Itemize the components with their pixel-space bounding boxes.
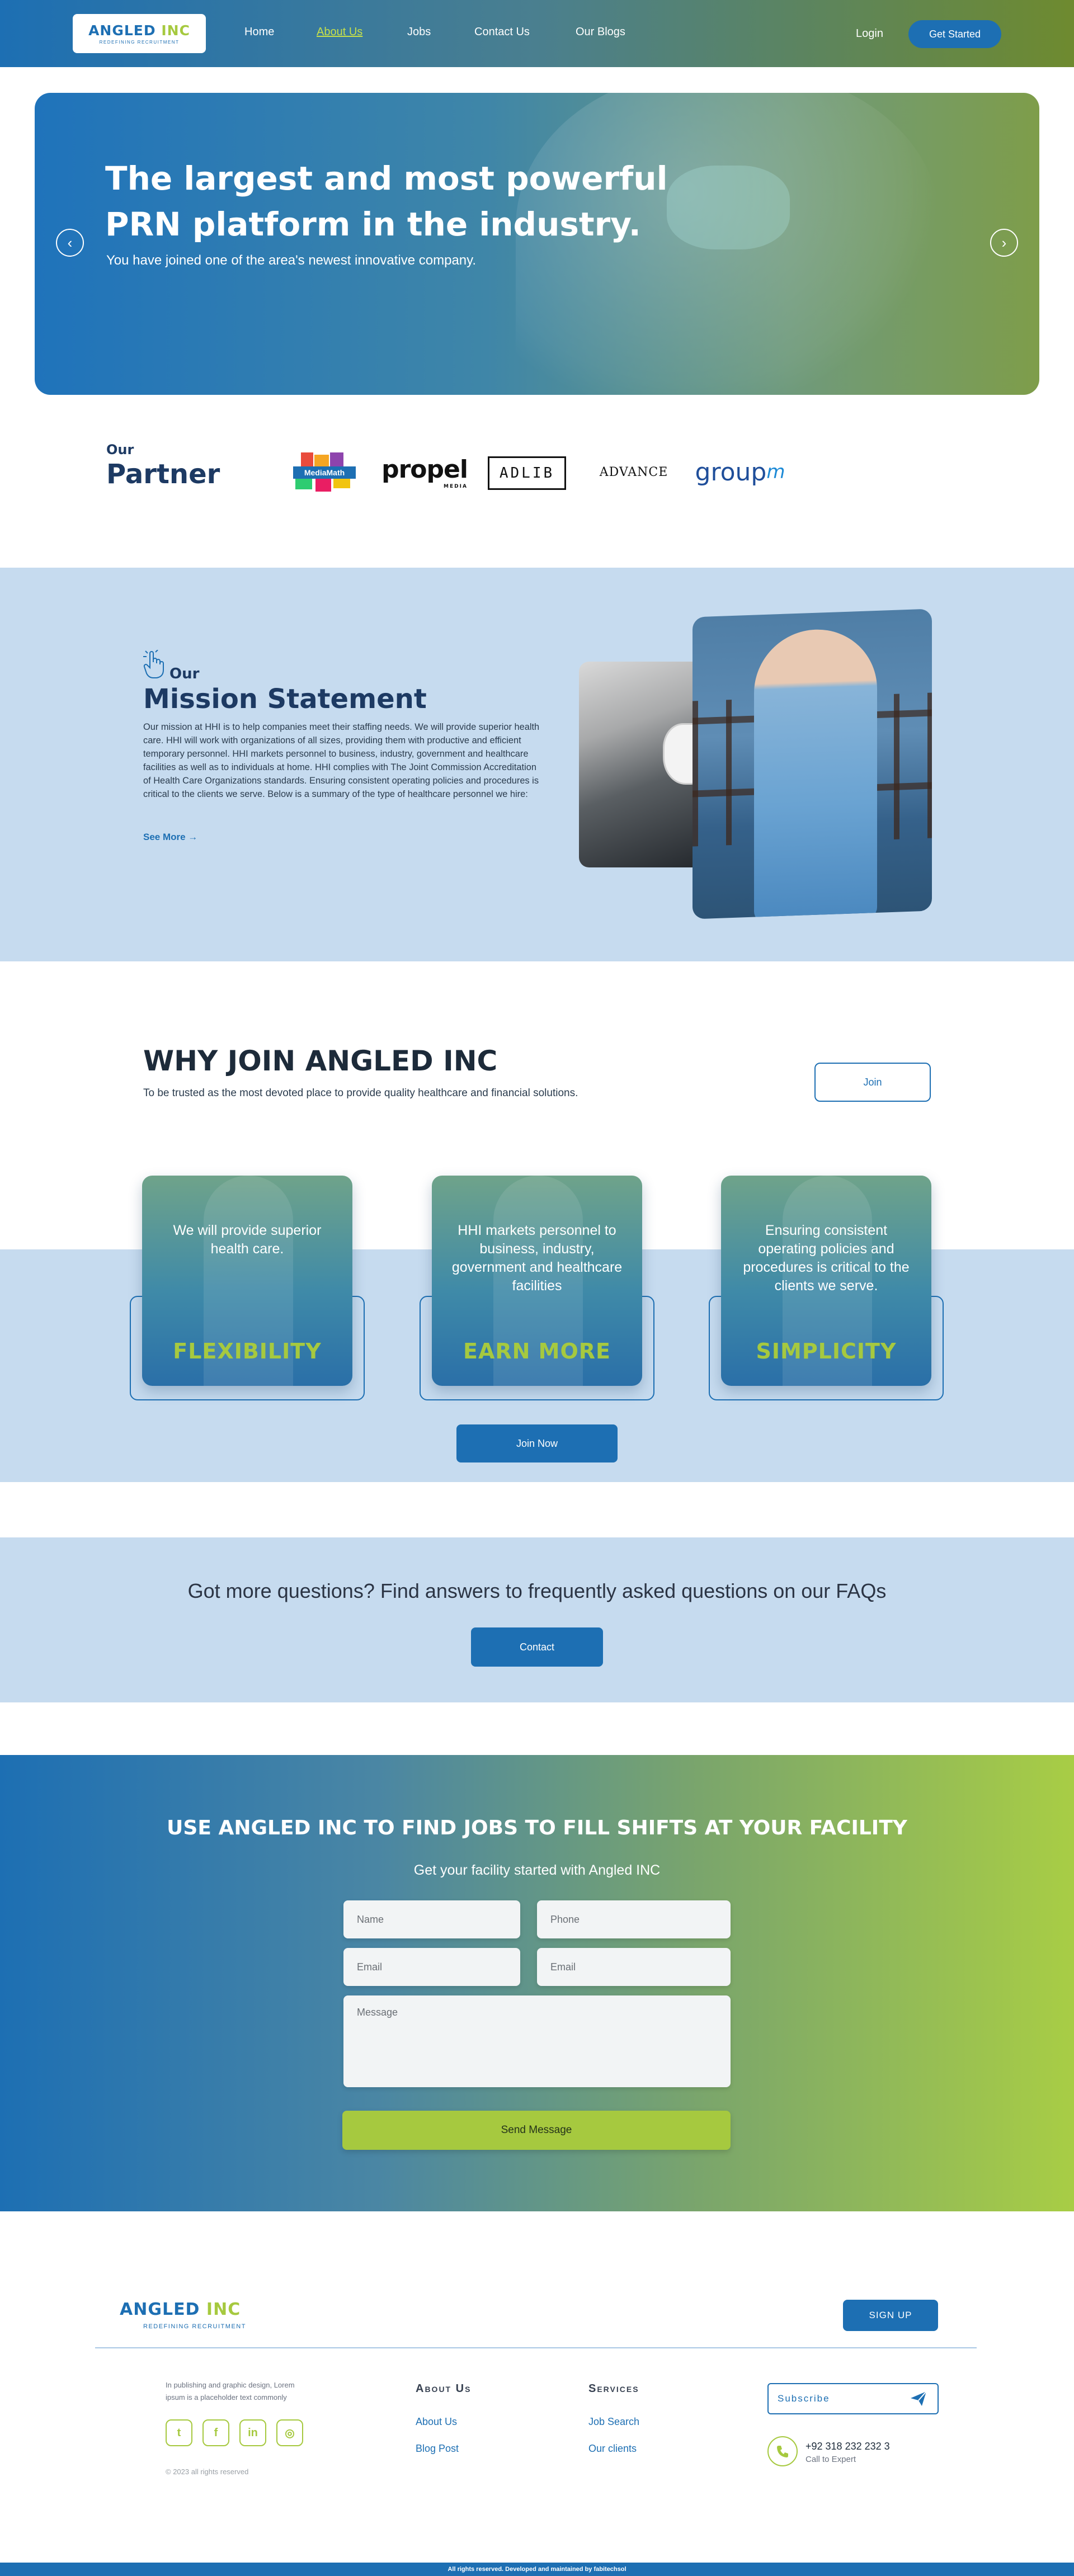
instagram-icon[interactable]: ◎ <box>276 2419 303 2446</box>
mission-text: Our mission at HHI is to help companies … <box>143 722 540 799</box>
see-more-link[interactable]: See More → <box>143 832 197 843</box>
login-link[interactable]: Login <box>856 27 883 40</box>
footer-link-our-clients[interactable]: Our clients <box>588 2443 637 2455</box>
partner-title: Partner <box>106 459 220 490</box>
partner-logo-mediamath[interactable]: MediaMath <box>291 451 358 493</box>
card-label: EARN MORE <box>463 1339 611 1364</box>
bottom-bar: All rights reserved. Developed and maint… <box>0 2563 1074 2576</box>
card-text: Ensuring consistent operating policies a… <box>743 1223 910 1294</box>
phone-label: Call to Expert <box>805 2455 856 2464</box>
get-started-button[interactable]: Get Started <box>908 20 1001 48</box>
mission-title: Mission Statement <box>143 683 427 715</box>
nav-our-blogs[interactable]: Our Blogs <box>576 26 625 39</box>
feature-card-flexibility[interactable]: We will provide superior health care. FL… <box>142 1176 352 1386</box>
mission-photo-nurse <box>693 608 932 919</box>
facebook-icon[interactable]: f <box>202 2419 229 2446</box>
footer-logo-tagline: REDEFINING RECRUITMENT <box>143 2323 246 2330</box>
why-join-subtitle: To be trusted as the most devoted place … <box>143 1087 578 1099</box>
email-field[interactable] <box>343 1948 520 1986</box>
card-text: HHI markets personnel to business, indus… <box>451 1223 623 1294</box>
nav-home[interactable]: Home <box>244 26 274 39</box>
hero-subtitle: You have joined one of the area's newest… <box>106 253 477 268</box>
partner-label: Our <box>106 442 134 457</box>
name-field[interactable] <box>343 1900 520 1938</box>
email-field-secondary[interactable] <box>537 1948 731 1986</box>
footer-divider <box>95 2347 977 2348</box>
cta-title: USE ANGLED INC TO FIND JOBS TO FILL SHIF… <box>167 1817 907 1839</box>
sign-up-button[interactable]: SIGN UP <box>843 2300 938 2331</box>
footer-link-blog-post[interactable]: Blog Post <box>416 2443 459 2455</box>
linkedin-icon[interactable]: in <box>239 2419 266 2446</box>
card-label: FLEXIBILITY <box>173 1339 322 1364</box>
logo[interactable]: ANGLED INC REDEFINING RECRUITMENT <box>73 14 206 53</box>
message-field[interactable] <box>343 1995 731 2087</box>
card-label: SIMPLICITY <box>756 1339 897 1364</box>
twitter-icon[interactable]: t <box>166 2419 192 2446</box>
phone-icon[interactable] <box>767 2436 798 2466</box>
hand-pointer-icon <box>143 650 164 678</box>
send-message-button[interactable]: Send Message <box>342 2111 731 2150</box>
why-join-title: WHY JOIN ANGLED INC <box>143 1045 498 1077</box>
send-icon[interactable] <box>910 2390 927 2408</box>
partner-logo-adlib[interactable]: ADLIB <box>488 456 566 490</box>
contact-button[interactable]: Contact <box>471 1627 603 1667</box>
nav-contact-us[interactable]: Contact Us <box>474 26 530 39</box>
faq-text: Got more questions? Find answers to freq… <box>187 1579 887 1602</box>
nav-about-us[interactable]: About Us <box>317 26 362 39</box>
faq-section <box>0 1537 1074 1702</box>
partner-logo-groupm[interactable]: group m <box>693 451 788 493</box>
feature-card-simplicity[interactable]: Ensuring consistent operating policies a… <box>721 1176 931 1386</box>
footer-link-job-search[interactable]: Job Search <box>588 2416 639 2428</box>
chevron-left-icon[interactable]: ‹ <box>56 229 84 257</box>
cta-subtitle: Get your facility started with Angled IN… <box>413 1862 661 1878</box>
footer-about-text: In publishing and graphic design, Lorem … <box>166 2381 295 2402</box>
nav-jobs[interactable]: Jobs <box>407 26 431 39</box>
feature-card-earn-more[interactable]: HHI markets personnel to business, indus… <box>432 1176 642 1386</box>
logo-text: ANGLED INC <box>88 22 190 39</box>
partner-logo-advance[interactable]: ADVANCE <box>597 451 670 493</box>
card-text: We will provide superior health care. <box>173 1223 322 1257</box>
join-now-button[interactable]: Join Now <box>456 1424 618 1462</box>
partner-logo-propel[interactable]: propel MEDIA <box>381 451 468 493</box>
hero-title: The largest and most powerful PRN platfo… <box>105 159 668 243</box>
footer-services-heading: Services <box>588 2382 639 2395</box>
hero-banner: The largest and most powerful PRN platfo… <box>35 93 1039 395</box>
footer-about-heading: About Us <box>416 2382 472 2395</box>
footer-link-about-us[interactable]: About Us <box>416 2416 457 2428</box>
logo-tagline: REDEFINING RECRUITMENT <box>99 40 180 45</box>
chevron-right-icon[interactable]: › <box>990 229 1018 257</box>
phone-field[interactable] <box>537 1900 731 1938</box>
phone-number[interactable]: +92 318 232 232 3 <box>805 2441 890 2452</box>
mission-label: Our <box>169 666 200 682</box>
footer-logo[interactable]: ANGLED INC <box>120 2300 241 2319</box>
footer-copyright: © 2023 all rights reserved <box>166 2468 249 2476</box>
site-header: ANGLED INC REDEFINING RECRUITMENT Home A… <box>0 0 1074 67</box>
join-button[interactable]: Join <box>814 1063 931 1102</box>
